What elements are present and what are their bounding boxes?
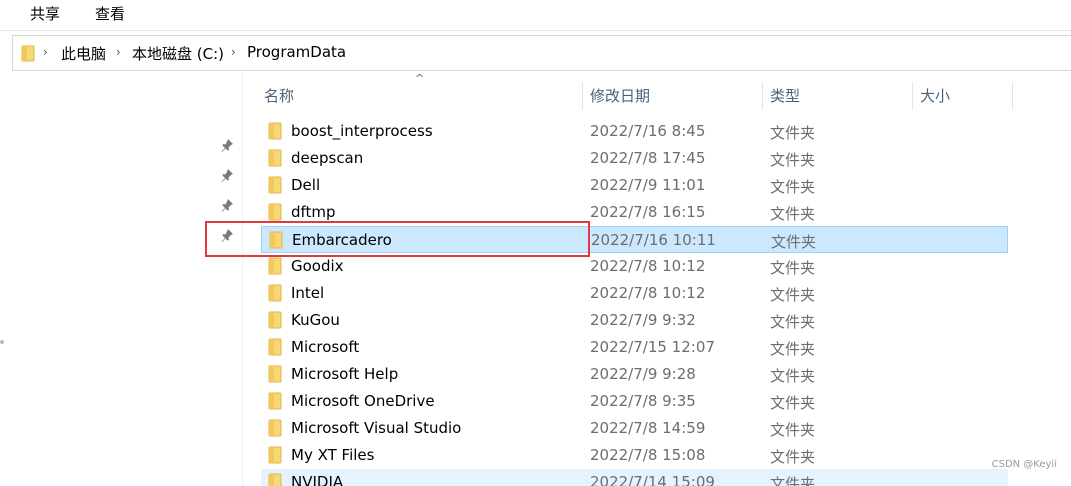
column-type[interactable]: 类型 [762,80,912,112]
folder-icon [267,365,283,383]
file-date: 2022/7/9 9:28 [590,365,696,383]
file-row-hover[interactable]: NVIDIA 2022/7/14 15:09 文件夹 [261,469,1008,486]
watermark: CSDN @Keyii [991,459,1057,470]
folder-icon [267,392,283,410]
file-row[interactable]: Dell 2022/7/9 11:01 文件夹 [261,172,1008,199]
file-type: 文件夹 [770,259,816,277]
file-row[interactable]: Microsoft OneDrive 2022/7/8 9:35 文件夹 [261,388,1008,415]
folder-icon [267,122,283,140]
file-name: Microsoft [291,338,360,356]
file-date: 2022/7/14 15:09 [590,473,715,486]
file-date: 2022/7/16 8:45 [590,122,706,140]
file-date: 2022/7/16 10:11 [591,231,716,249]
file-date: 2022/7/15 12:07 [590,338,715,356]
chevron-right-icon[interactable]: › [231,45,236,59]
file-name: deepscan [291,149,364,167]
folder-icon [267,284,283,302]
column-header: ^ 名称 修改日期 类型 大小 [243,72,1071,112]
file-row[interactable]: Microsoft Visual Studio 2022/7/8 14:59 文… [261,415,1008,442]
chevron-right-icon[interactable]: › [43,45,48,59]
file-name: dftmp [291,203,336,221]
pin-icon[interactable] [220,228,234,242]
file-date: 2022/7/8 14:59 [590,419,706,437]
folder-icon [267,473,283,486]
file-date: 2022/7/9 9:32 [590,311,696,329]
folder-icon [267,311,283,329]
file-date: 2022/7/8 15:08 [590,446,706,464]
file-date: 2022/7/8 10:12 [590,284,706,302]
folder-icon [267,176,283,194]
file-row[interactable]: KuGou 2022/7/9 9:32 文件夹 [261,307,1008,334]
folder-icon [267,203,283,221]
breadcrumb-local-disk[interactable]: 本地磁盘 (C:) [132,43,224,64]
file-name: My XT Files [291,446,375,464]
file-name: KuGou [291,311,340,329]
ribbon-tabs: 共享 查看 [0,0,1071,31]
file-name: Dell [291,176,321,194]
file-type: 文件夹 [770,340,816,358]
tab-view[interactable]: 查看 [95,3,125,24]
navigation-pane[interactable] [0,72,243,486]
pin-icon[interactable] [220,198,234,212]
file-row[interactable]: Microsoft 2022/7/15 12:07 文件夹 [261,334,1008,361]
file-row[interactable]: Goodix 2022/7/8 10:12 文件夹 [261,253,1008,280]
file-row[interactable]: My XT Files 2022/7/8 15:08 文件夹 [261,442,1008,469]
file-row[interactable]: Microsoft Help 2022/7/9 9:28 文件夹 [261,361,1008,388]
pin-icon[interactable] [220,168,234,182]
folder-icon [267,446,283,464]
column-size[interactable]: 大小 [912,80,1012,112]
chevron-right-icon[interactable]: › [116,45,121,59]
file-name: Microsoft Visual Studio [291,419,462,437]
column-name[interactable]: 名称 [256,80,582,112]
file-type: 文件夹 [770,205,816,223]
file-date: 2022/7/8 9:35 [590,392,696,410]
file-type: 文件夹 [770,367,816,385]
file-name: boost_interprocess [291,122,433,140]
tab-share[interactable]: 共享 [30,3,60,24]
file-name: Embarcadero [292,231,392,249]
file-type: 文件夹 [770,151,816,169]
folder-icon [21,45,35,66]
file-type: 文件夹 [771,233,817,251]
file-name: NVIDIA [291,473,344,486]
folder-icon [267,257,283,275]
file-row[interactable]: Intel 2022/7/8 10:12 文件夹 [261,280,1008,307]
folder-icon [268,231,284,249]
file-type: 文件夹 [770,394,816,412]
file-date: 2022/7/9 11:01 [590,176,706,194]
file-type: 文件夹 [770,313,816,331]
file-name: Intel [291,284,325,302]
address-bar[interactable]: › 此电脑 › 本地磁盘 (C:) › ProgramData [12,35,1071,71]
folder-icon [267,419,283,437]
file-date: 2022/7/8 16:15 [590,203,706,221]
folder-icon [267,149,283,167]
nav-indicator [0,340,4,344]
file-row[interactable]: deepscan 2022/7/8 17:45 文件夹 [261,145,1008,172]
file-type: 文件夹 [770,448,816,466]
file-name: Microsoft Help [291,365,399,383]
file-date: 2022/7/8 10:12 [590,257,706,275]
file-row[interactable]: boost_interprocess 2022/7/16 8:45 文件夹 [261,118,1008,145]
file-type: 文件夹 [770,475,816,486]
folder-icon [267,338,283,356]
pin-icon[interactable] [220,138,234,152]
file-type: 文件夹 [770,421,816,439]
file-date: 2022/7/8 17:45 [590,149,706,167]
file-row[interactable]: dftmp 2022/7/8 16:15 文件夹 [261,199,1008,226]
file-type: 文件夹 [770,286,816,304]
breadcrumb-programdata[interactable]: ProgramData [247,43,346,61]
column-date-modified[interactable]: 修改日期 [582,80,762,112]
breadcrumb-this-pc[interactable]: 此电脑 [61,43,106,64]
file-name: Microsoft OneDrive [291,392,435,410]
file-type: 文件夹 [770,178,816,196]
file-type: 文件夹 [770,124,816,142]
file-row-selected[interactable]: Embarcadero 2022/7/16 10:11 文件夹 [261,226,1008,253]
file-name: Goodix [291,257,344,275]
column-divider[interactable] [1012,82,1013,110]
